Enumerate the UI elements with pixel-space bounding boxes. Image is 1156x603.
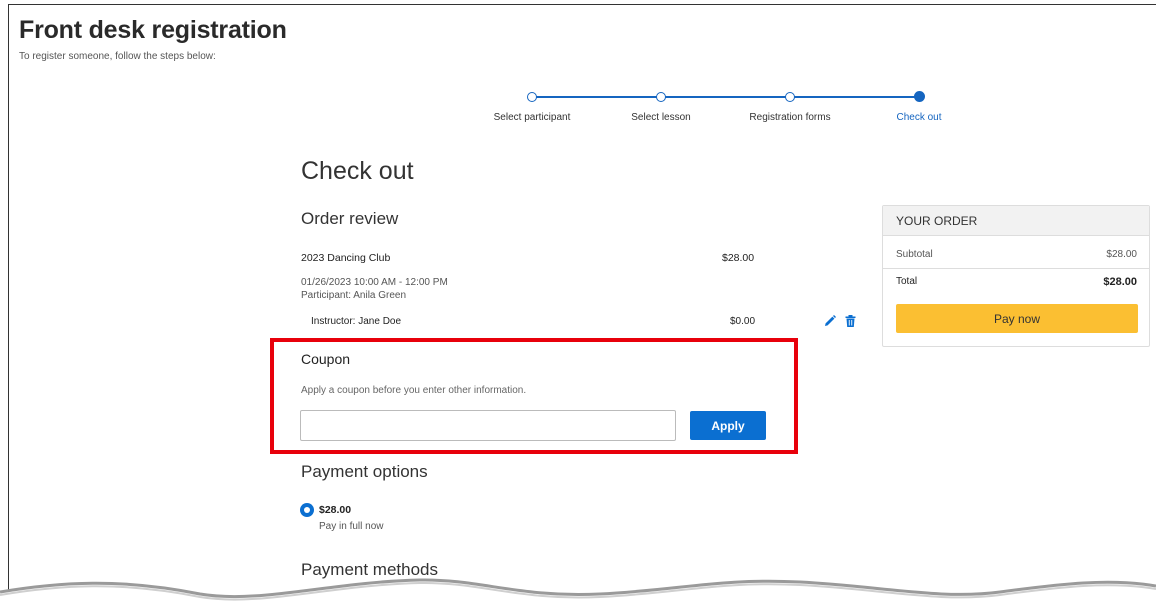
progress-stepper: Select participant Select lesson Registr… (0, 0, 1156, 130)
coupon-title: Coupon (301, 351, 351, 367)
step-dot-registration-forms[interactable] (785, 92, 795, 102)
stepper-line (661, 96, 786, 98)
order-item-price: $28.00 (722, 252, 755, 264)
total-value: $28.00 (1103, 276, 1137, 288)
step-dot-check-out (914, 91, 925, 102)
edit-pencil-icon[interactable] (824, 315, 836, 327)
coupon-help-text: Apply a coupon before you enter other in… (301, 385, 527, 396)
payment-option-description: Pay in full now (319, 521, 384, 532)
order-summary-card: YOUR ORDER Subtotal $28.00 Total $28.00 … (882, 205, 1150, 347)
subtotal-label: Subtotal (896, 249, 933, 260)
step-label-select-lesson[interactable]: Select lesson (631, 112, 690, 123)
order-item-participant: Participant: Anila Green (301, 290, 407, 301)
step-dot-select-lesson[interactable] (656, 92, 666, 102)
payment-options-title: Payment options (301, 462, 428, 481)
step-label-select-participant[interactable]: Select participant (494, 112, 571, 123)
stepper-line (532, 96, 658, 98)
step-dot-select-participant[interactable] (527, 92, 537, 102)
pay-in-full-radio[interactable] (300, 503, 314, 517)
trash-icon[interactable] (845, 315, 856, 327)
instructor-price: $0.00 (730, 316, 756, 327)
summary-divider (883, 268, 1149, 269)
order-review-title: Order review (301, 209, 399, 228)
stepper-line (790, 96, 916, 98)
step-label-registration-forms[interactable]: Registration forms (749, 112, 830, 123)
total-label: Total (896, 276, 918, 287)
subtotal-value: $28.00 (1106, 249, 1137, 260)
payment-option-amount: $28.00 (319, 504, 352, 516)
step-label-check-out: Check out (896, 112, 942, 123)
order-item-name: 2023 Dancing Club (301, 252, 391, 264)
order-summary-header: YOUR ORDER (883, 206, 1149, 236)
coupon-input[interactable] (300, 410, 676, 441)
instructor-label: Instructor: Jane Doe (311, 316, 402, 327)
order-summary-title: YOUR ORDER (896, 214, 978, 228)
apply-coupon-button[interactable]: Apply (690, 411, 766, 440)
checkout-title: Check out (301, 157, 414, 185)
pay-now-button[interactable]: Pay now (896, 304, 1138, 333)
order-item-datetime: 01/26/2023 10:00 AM - 12:00 PM (301, 277, 448, 288)
torn-edge-decoration (0, 578, 1156, 603)
